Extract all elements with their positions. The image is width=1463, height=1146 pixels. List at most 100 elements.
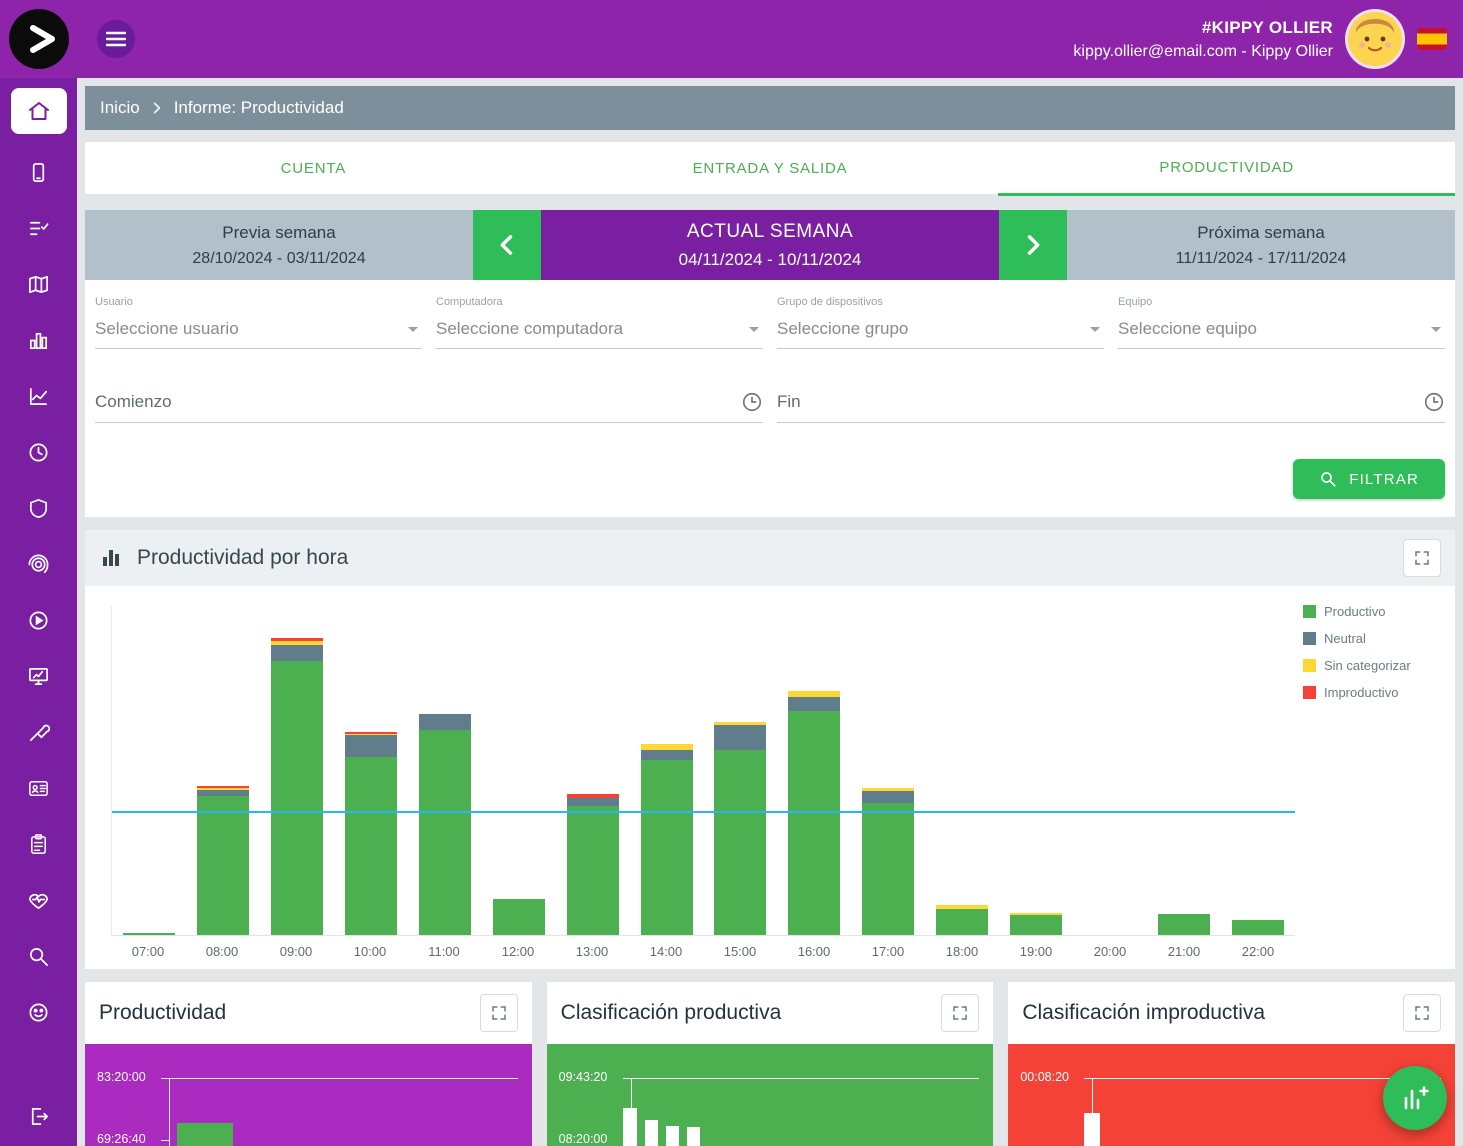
bar-slot-07:00 [112,606,186,935]
sidebar-item-play[interactable] [19,600,59,640]
tab-productividad[interactable]: PRODUCTIVIDAD [998,142,1455,196]
summary-cards-row: Productividad 83:20:0069:26:40 Clasifica… [85,982,1455,1146]
expand-productive-classification-button[interactable] [941,994,979,1032]
next-week-block[interactable]: Próxima semana 11/11/2024 - 17/11/2024 [1067,210,1455,280]
app-logo[interactable] [9,9,69,69]
clock-icon [1423,391,1445,413]
add-report-fab[interactable] [1383,1066,1447,1130]
hamburger-icon [106,31,126,47]
segment-neutral [641,750,693,760]
sidebar-item-health[interactable] [19,880,59,920]
filter-button[interactable]: FILTRAR [1293,459,1445,499]
mini-chart-bar [687,1127,700,1146]
sidebar-item-fingerprint[interactable] [19,544,59,584]
hourly-chart-header: Productividad por hora [85,530,1455,586]
productive-classification-chart: 09:43:2008:20:00 [547,1044,994,1146]
sidebar-item-time[interactable] [19,432,59,472]
segment-productivo [197,796,249,935]
tab-cuenta[interactable]: CUENTA [85,142,542,196]
sidebar-item-ranking[interactable] [19,320,59,360]
breadcrumb-home[interactable]: Inicio [100,98,140,118]
segment-productivo [788,711,840,935]
previous-week-block[interactable]: Previa semana 28/10/2024 - 03/11/2024 [85,210,473,280]
logout-icon [27,1105,50,1128]
account-email: kippy.ollier@email.com - Kippy Ollier [1073,43,1333,61]
stacked-bar-10:00 [345,732,397,935]
bar-slot-18:00 [925,606,999,935]
sidebar-item-tools[interactable] [19,712,59,752]
end-time-input[interactable]: Fin [777,391,1445,423]
avatar[interactable] [1348,12,1402,66]
next-week-button[interactable] [999,210,1067,280]
menu-button[interactable] [97,20,135,58]
gridline [631,1078,980,1079]
stacked-bar-11:00 [419,714,471,935]
sidebar-item-home[interactable] [11,88,67,134]
sidebar-item-audit[interactable] [19,936,59,976]
x-tick-label: 19:00 [999,944,1073,959]
segment-neutral [714,725,766,750]
stacked-bar-21:00 [1158,914,1210,935]
expand-productivity-button[interactable] [480,994,518,1032]
x-tick-label: 09:00 [259,944,333,959]
account-name: #KIPPY OLLIER [1073,18,1333,38]
computer-select[interactable]: Seleccione computadora [436,319,763,349]
tab-entrada-y-salida[interactable]: ENTRADA Y SALIDA [542,142,999,196]
breadcrumb: Inicio Informe: Productividad [85,86,1455,130]
next-week-label: Próxima semana [1197,223,1325,243]
breadcrumb-current: Informe: Productividad [174,98,344,118]
device-group-select[interactable]: Seleccione grupo [777,319,1104,349]
legend-sin-categorizar[interactable]: Sin categorizar [1303,658,1441,673]
sidebar-item-tasks[interactable] [19,208,59,248]
chevron-left-icon [493,231,521,259]
account-info: #KIPPY OLLIER kippy.ollier@email.com - K… [1073,18,1333,61]
segment-productivo [1158,914,1210,935]
x-tick-label: 14:00 [629,944,703,959]
sidebar-item-map[interactable] [19,264,59,304]
x-tick-label: 08:00 [185,944,259,959]
user-select[interactable]: Seleccione usuario [95,319,422,349]
productivity-card: Productividad 83:20:0069:26:40 [85,982,532,1146]
start-time-input[interactable]: Comienzo [95,391,763,423]
bar-slot-19:00 [999,606,1073,935]
chevron-down-icon [1090,327,1100,332]
language-flag-spain-icon[interactable] [1417,28,1447,50]
sidebar-item-clipboard[interactable] [19,824,59,864]
sidebar-item-reports[interactable] [19,376,59,416]
sidebar-item-id-card[interactable] [19,768,59,808]
mini-chart-bar [177,1123,233,1146]
sidebar-item-devices[interactable] [19,152,59,192]
legend-productivo[interactable]: Productivo [1303,604,1441,619]
prev-week-button[interactable] [473,210,541,280]
legend-improductivo[interactable]: Improductivo [1303,685,1441,700]
legend-neutral[interactable]: Neutral [1303,631,1441,646]
fullscreen-icon [1413,549,1431,567]
sidebar-item-security[interactable] [19,488,59,528]
sidebar-item-monitor[interactable] [19,656,59,696]
bar-slot-12:00 [482,606,556,935]
device-group-filter-label: Grupo de dispositivos [777,296,1104,308]
y-tick [623,1078,631,1079]
segment-neutral [862,791,914,803]
map-icon [27,273,50,296]
sidebar-item-face[interactable] [19,992,59,1032]
x-tick-label: 07:00 [111,944,185,959]
y-tick-label: 08:20:00 [559,1132,608,1146]
mobile-device-icon [27,161,50,184]
segment-sin-categorizar [788,691,840,698]
bar-slot-16:00 [777,606,851,935]
filter-button-label: FILTRAR [1349,471,1419,488]
expand-hourly-chart-button[interactable] [1403,539,1441,577]
expand-unproductive-classification-button[interactable] [1403,994,1441,1032]
productivity-card-header: Productividad [85,982,532,1044]
computer-filter-label: Computadora [436,296,763,308]
stacked-bar-14:00 [641,744,693,935]
chart-legend: Productivo Neutral Sin categorizar Improduc… [1303,604,1441,700]
user-select-value: Seleccione usuario [95,319,239,339]
sidebar [0,78,77,1146]
y-tick-label: 83:20:00 [97,1070,146,1084]
legend-label: Productivo [1324,604,1385,619]
team-select[interactable]: Seleccione equipo [1118,319,1445,349]
team-select-value: Seleccione equipo [1118,319,1257,339]
sidebar-item-logout[interactable] [19,1096,59,1136]
